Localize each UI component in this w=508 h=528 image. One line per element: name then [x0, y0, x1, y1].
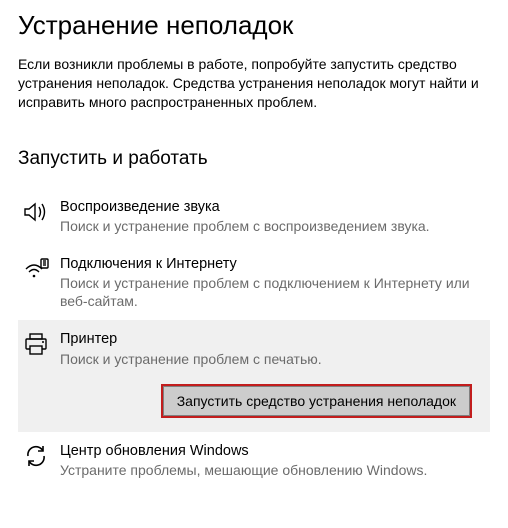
item-desc: Поиск и устранение проблем с печатью. — [60, 350, 482, 368]
run-button-wrap: Запустить средство устранения неполадок — [20, 384, 482, 418]
item-desc: Поиск и устранение проблем с подключение… — [60, 274, 482, 310]
item-desc: Поиск и устранение проблем с воспроизвед… — [60, 217, 482, 235]
section-title: Запустить и работать — [18, 148, 490, 170]
troubleshoot-item-sound[interactable]: Воспроизведение звука Поиск и устранение… — [18, 188, 490, 245]
sound-icon — [20, 198, 52, 226]
printer-icon — [20, 330, 52, 358]
troubleshoot-item-update[interactable]: Центр обновления Windows Устраните пробл… — [18, 432, 490, 489]
item-title: Воспроизведение звука — [60, 198, 482, 216]
update-icon — [20, 442, 52, 470]
troubleshoot-item-internet[interactable]: Подключения к Интернету Поиск и устранен… — [18, 245, 490, 321]
intro-text: Если возникли проблемы в работе, попробу… — [18, 55, 488, 112]
item-body: Принтер Поиск и устранение проблем с печ… — [60, 330, 482, 367]
wifi-icon — [20, 255, 52, 283]
page-title: Устранение неполадок — [18, 10, 490, 41]
item-title: Центр обновления Windows — [60, 442, 482, 460]
run-troubleshooter-button[interactable]: Запустить средство устранения неполадок — [161, 384, 472, 418]
item-body: Подключения к Интернету Поиск и устранен… — [60, 255, 482, 311]
item-desc: Устраните проблемы, мешающие обновлению … — [60, 461, 482, 479]
item-body: Центр обновления Windows Устраните пробл… — [60, 442, 482, 479]
item-title: Подключения к Интернету — [60, 255, 482, 273]
troubleshoot-page: Устранение неполадок Если возникли пробл… — [0, 0, 508, 489]
item-body: Воспроизведение звука Поиск и устранение… — [60, 198, 482, 235]
item-title: Принтер — [60, 330, 482, 348]
troubleshoot-item-printer[interactable]: Принтер Поиск и устранение проблем с печ… — [18, 320, 490, 431]
